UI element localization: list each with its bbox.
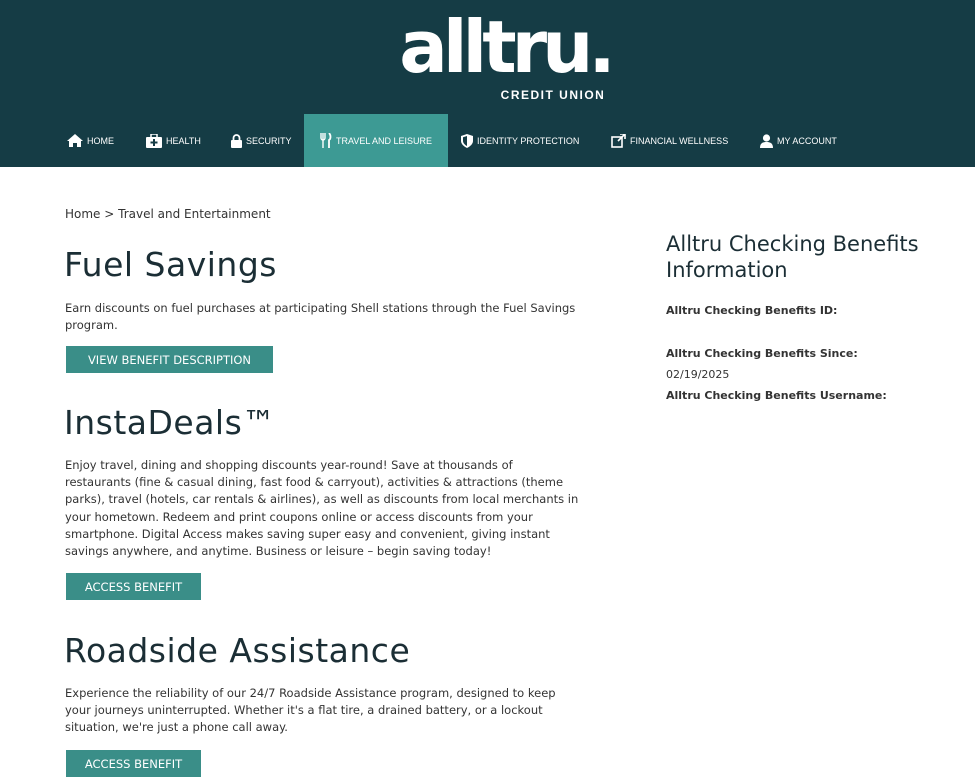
nav-label-financial-wellness: Financial Wellness bbox=[630, 135, 729, 146]
instadeals-access-benefit-button[interactable]: Access Benefit bbox=[66, 573, 201, 600]
user-icon bbox=[760, 133, 773, 148]
view-benefit-description-button[interactable]: View Benefit Description bbox=[66, 346, 273, 373]
benefits-since-value: 02/19/2025 bbox=[666, 368, 730, 381]
roadside-assistance-title: Roadside Assistance bbox=[64, 631, 411, 670]
benefits-username-label: Alltru Checking Benefits Username: bbox=[666, 389, 887, 402]
breadcrumb-separator: > bbox=[104, 207, 115, 221]
fork-knife-icon bbox=[320, 133, 332, 148]
nav-item-my-account[interactable]: My Account bbox=[760, 114, 837, 167]
alltru-logo[interactable]: alltru. CREDIT UNION bbox=[390, 5, 620, 102]
nav-item-identity-protection[interactable]: Identity Protection bbox=[461, 114, 579, 167]
roadside-assistance-description: Experience the reliability of our 24/7 R… bbox=[65, 686, 556, 735]
external-link-icon bbox=[611, 133, 626, 148]
nav-label-home: Home bbox=[87, 135, 114, 146]
nav-item-health[interactable]: Health bbox=[146, 114, 201, 167]
nav-item-security[interactable]: Security bbox=[231, 114, 292, 167]
nav-label-security: Security bbox=[246, 135, 292, 146]
instadeals-description: Enjoy travel, dining and shopping discou… bbox=[65, 458, 579, 559]
benefits-info-title: Alltru Checking Benefits Information bbox=[666, 232, 919, 282]
nav-item-travel-and-leisure[interactable]: Travel and Leisure bbox=[304, 114, 448, 167]
breadcrumb-home-link[interactable]: Home bbox=[65, 207, 100, 221]
nav-label-identity-protection: Identity Protection bbox=[477, 135, 580, 146]
fuel-savings-description: Earn discounts on fuel purchases at part… bbox=[65, 301, 576, 333]
lock-icon bbox=[231, 133, 242, 148]
nav-label-travel-and-leisure: Travel and Leisure bbox=[335, 135, 433, 146]
fuel-savings-title: Fuel Savings bbox=[64, 245, 277, 284]
logo-subtitle: CREDIT UNION bbox=[500, 88, 606, 102]
breadcrumb-current: Travel and Entertainment bbox=[118, 207, 271, 221]
site-header: alltru. CREDIT UNION Home Health Securit… bbox=[0, 0, 975, 167]
nav-item-financial-wellness[interactable]: Financial Wellness bbox=[611, 114, 728, 167]
home-icon bbox=[67, 134, 83, 147]
breadcrumb: Home > Travel and Entertainment bbox=[65, 207, 271, 221]
main-nav: Home Health Security Travel and Leisure … bbox=[0, 114, 975, 167]
benefits-id-label: Alltru Checking Benefits ID: bbox=[666, 304, 838, 317]
medical-kit-icon bbox=[146, 133, 162, 148]
nav-label-my-account: My Account bbox=[777, 135, 837, 146]
roadside-access-benefit-button[interactable]: Access Benefit bbox=[66, 750, 201, 777]
instadeals-title: InstaDeals™ bbox=[64, 403, 276, 442]
shield-icon bbox=[461, 133, 473, 148]
nav-label-health: Health bbox=[166, 135, 201, 146]
benefits-since-label: Alltru Checking Benefits Since: bbox=[666, 347, 858, 360]
nav-item-home[interactable]: Home bbox=[67, 114, 114, 167]
logo-wordmark: alltru. bbox=[399, 5, 615, 89]
